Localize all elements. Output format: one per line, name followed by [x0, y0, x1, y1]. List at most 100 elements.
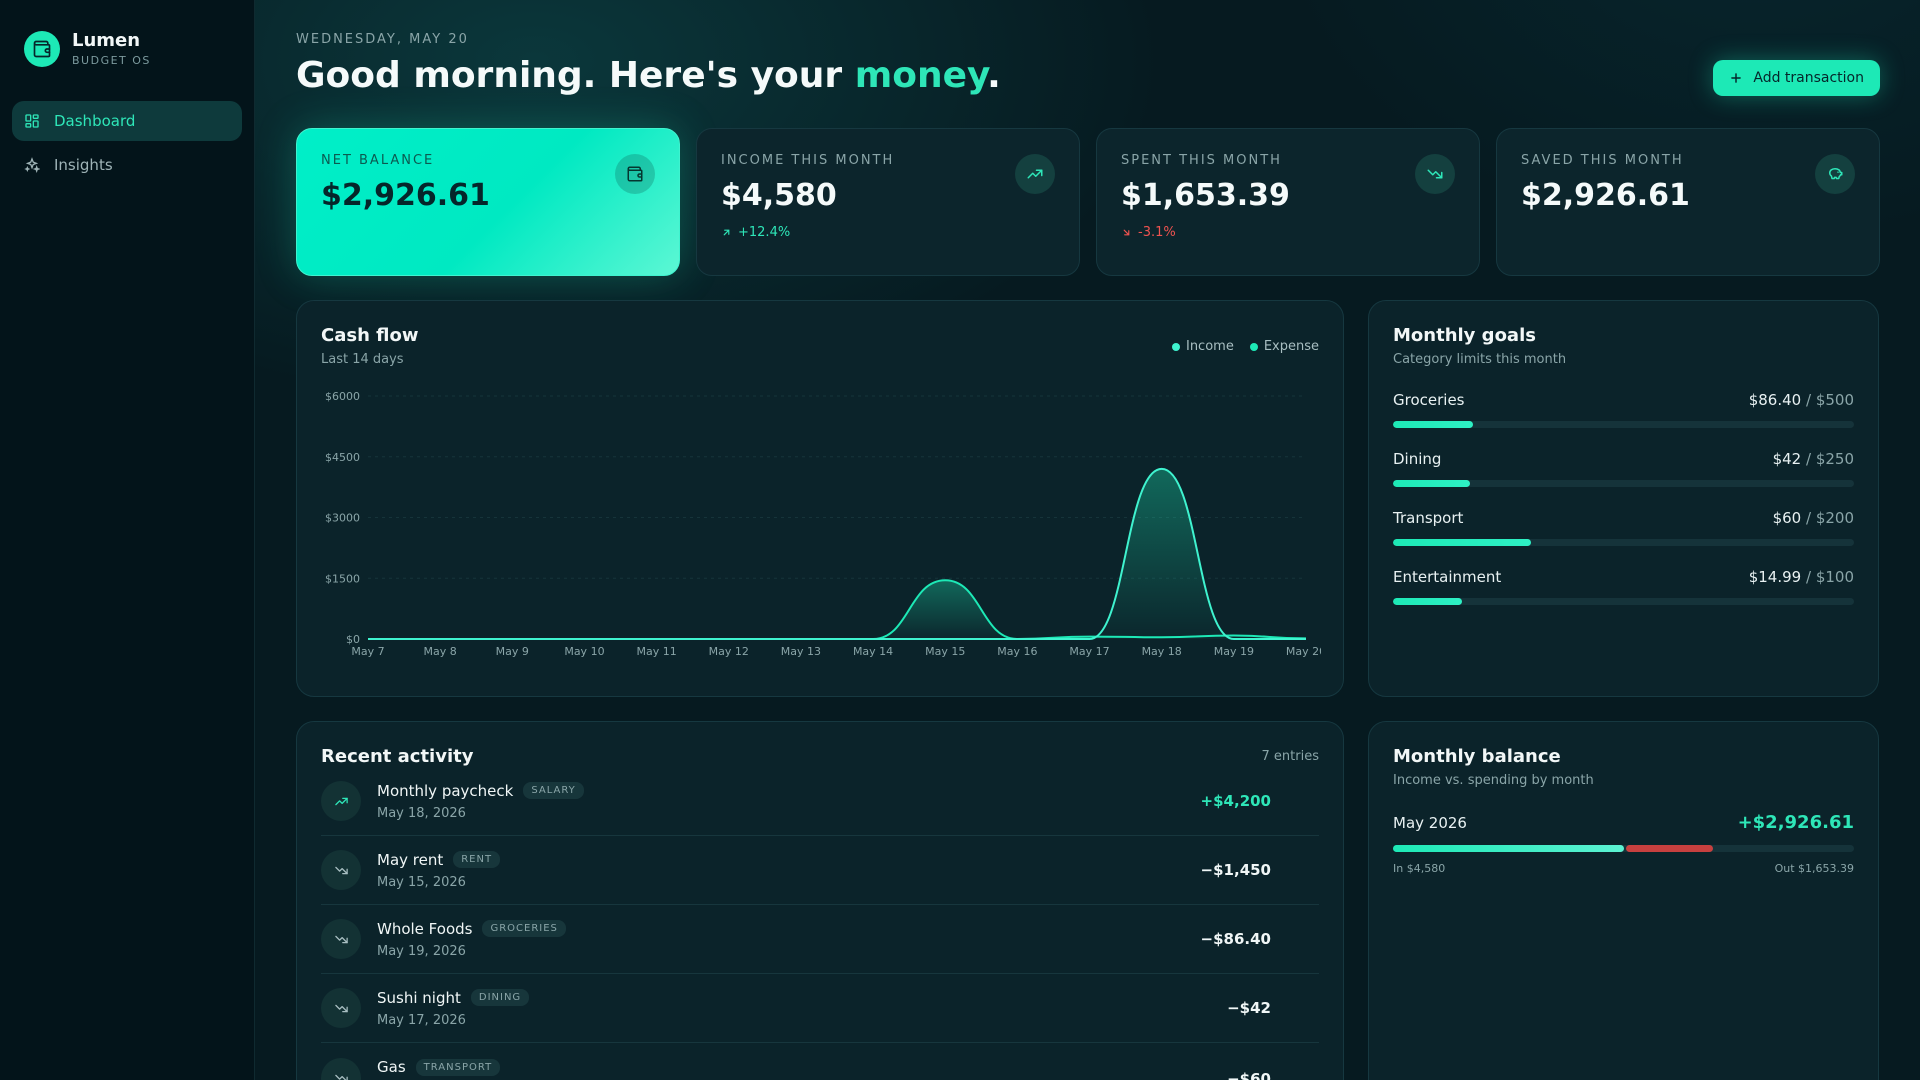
- goal-name: Dining: [1393, 450, 1442, 468]
- transaction-list: Monthly paycheck SALARY May 18, 2026 +$4,…: [321, 767, 1319, 1080]
- charts-row: Cash flow Last 14 days Income Expense $0…: [296, 300, 1880, 697]
- main-content: WEDNESDAY, MAY 20 Good morning. Here's y…: [255, 0, 1920, 1080]
- transaction-name: Whole Foods: [377, 919, 473, 938]
- stat-card-income: INCOME THIS MONTH $4,580 +12.4%: [696, 128, 1080, 276]
- sparkles-icon: [24, 157, 40, 173]
- category-tag: SALARY: [523, 782, 584, 799]
- monthly-balance-panel: Monthly balance Income vs. spending by m…: [1368, 721, 1879, 1080]
- goal-progress-track: [1393, 421, 1854, 428]
- stat-delta-value: +12.4%: [738, 225, 791, 240]
- stat-delta-value: -3.1%: [1138, 225, 1176, 240]
- bottom-row: Recent activity 7 entries Monthly payche…: [296, 721, 1880, 1080]
- goal-spent: $42: [1772, 450, 1802, 468]
- trending-down-icon: [321, 1058, 361, 1080]
- transaction-amount: −$86.40: [1200, 930, 1271, 948]
- legend-label-expense: Expense: [1263, 339, 1319, 354]
- y-tick-label: $1500: [325, 572, 360, 585]
- x-tick-label: May 17: [1069, 645, 1109, 658]
- plus-icon: [1731, 73, 1742, 83]
- piggy-bank-icon: [1815, 154, 1855, 194]
- stat-card-net-balance: NET BALANCE $2,926.61: [296, 128, 680, 276]
- balance-title: Monthly balance: [1393, 746, 1561, 767]
- current-date: WEDNESDAY, MAY 20: [296, 32, 469, 47]
- stat-value: $2,926.61: [1521, 178, 1690, 213]
- balance-in-label: In $4,580: [1393, 862, 1446, 875]
- goal-amount: $42 / $250: [1773, 450, 1854, 468]
- goal-amount: $14.99 / $100: [1749, 568, 1854, 586]
- dashboard-icon: [25, 114, 39, 128]
- add-transaction-button[interactable]: Add transaction: [1713, 60, 1880, 96]
- greeting-suffix: .: [987, 55, 1001, 96]
- wallet-icon: [24, 30, 60, 67]
- nav-item-insights[interactable]: Insights: [12, 145, 242, 185]
- stat-value: $2,926.61: [321, 178, 490, 213]
- goal-name: Transport: [1393, 509, 1464, 527]
- transaction-name: Sushi night: [377, 988, 461, 1007]
- x-tick-label: May 12: [709, 645, 749, 658]
- stat-cards: NET BALANCE $2,926.61 INCOME THIS MONTH …: [296, 128, 1880, 276]
- x-tick-label: May 7: [351, 645, 384, 658]
- balance-net: +$2,926.61: [1737, 812, 1854, 833]
- x-tick-label: May 19: [1214, 645, 1254, 658]
- page-title: Good morning. Here's your money.: [296, 55, 1001, 96]
- balance-income-bar: [1393, 845, 1624, 852]
- transaction-date: May 15, 2026: [377, 874, 466, 890]
- balance-subtitle: Income vs. spending by month: [1393, 773, 1594, 788]
- transaction-row[interactable]: May rent RENT May 15, 2026 −$1,450: [321, 836, 1319, 905]
- stat-delta: -3.1%: [1121, 225, 1455, 240]
- x-tick-label: May 20: [1286, 645, 1321, 658]
- stat-value: $1,653.39: [1121, 178, 1290, 213]
- goal-spent: $14.99: [1748, 568, 1802, 586]
- goal-progress-track: [1393, 480, 1854, 487]
- goal-limit: / $100: [1806, 568, 1854, 586]
- goal-spent: $86.40: [1748, 391, 1802, 409]
- page-header: WEDNESDAY, MAY 20 Good morning. Here's y…: [296, 32, 1880, 128]
- transaction-amount: −$1,450: [1200, 861, 1271, 879]
- stat-card-saved: SAVED THIS MONTH $2,926.61: [1496, 128, 1880, 276]
- stat-label: NET BALANCE: [321, 153, 435, 168]
- legend-label-income: Income: [1185, 339, 1234, 354]
- transaction-row[interactable]: Monthly paycheck SALARY May 18, 2026 +$4,…: [321, 767, 1319, 836]
- goals-title: Monthly goals: [1393, 325, 1536, 346]
- transaction-row[interactable]: Sushi night DINING May 17, 2026 −$42: [321, 974, 1319, 1043]
- x-tick-label: May 15: [925, 645, 965, 658]
- goal-spent: $60: [1772, 509, 1802, 527]
- greeting-prefix: Good morning. Here's your: [296, 55, 855, 96]
- goal-transport: Transport $60 / $200: [1393, 509, 1854, 546]
- goal-amount: $60 / $200: [1773, 509, 1854, 527]
- goal-name: Entertainment: [1393, 568, 1502, 586]
- x-tick-label: May 8: [424, 645, 457, 658]
- x-tick-label: May 9: [496, 645, 529, 658]
- goal-progress-fill: [1393, 539, 1532, 546]
- monthly-goals-panel: Monthly goals Category limits this month…: [1368, 300, 1879, 697]
- transaction-name: Gas: [377, 1058, 406, 1076]
- balance-bar: [1393, 845, 1854, 852]
- trending-down-icon: [321, 850, 361, 890]
- category-tag: DINING: [470, 989, 530, 1006]
- nav-item-dashboard[interactable]: Dashboard: [12, 101, 242, 141]
- trending-up-icon: [1015, 154, 1055, 194]
- balance-spending-bar: [1625, 845, 1714, 852]
- goal-progress-track: [1393, 539, 1854, 546]
- legend-item-expense: Expense: [1249, 339, 1319, 354]
- goal-progress-fill: [1393, 421, 1473, 428]
- legend-swatch-income: [1171, 342, 1180, 351]
- sidebar: Lumen BUDGET OS Dashboard Insights: [0, 0, 255, 1080]
- add-transaction-label: Add transaction: [1753, 70, 1864, 86]
- legend-item-income: Income: [1171, 339, 1234, 354]
- transaction-row[interactable]: Whole Foods GROCERIES May 19, 2026 −$86.4…: [321, 905, 1319, 974]
- chart-legend: Income Expense: [1171, 339, 1319, 354]
- legend-swatch-expense: [1249, 342, 1258, 351]
- cashflow-chart: $0$1500$3000$4500$6000May 7 May 8 May 9 May…: [325, 390, 1321, 658]
- transaction-name: Monthly paycheck: [377, 781, 514, 800]
- greeting-accent: money: [854, 55, 988, 96]
- transaction-row[interactable]: Gas TRANSPORT −$60: [321, 1043, 1319, 1080]
- transaction-amount: −$42: [1227, 999, 1271, 1017]
- transaction-date: May 17, 2026: [377, 1012, 466, 1028]
- goal-entertainment: Entertainment $14.99 / $100: [1393, 568, 1854, 605]
- x-tick-label: May 13: [781, 645, 821, 658]
- activity-title: Recent activity: [321, 746, 474, 767]
- transaction-date: May 19, 2026: [377, 943, 466, 959]
- category-tag: TRANSPORT: [415, 1058, 501, 1076]
- goals-list: Groceries $86.40 / $500 Dining $42 / $250 …: [1393, 391, 1854, 605]
